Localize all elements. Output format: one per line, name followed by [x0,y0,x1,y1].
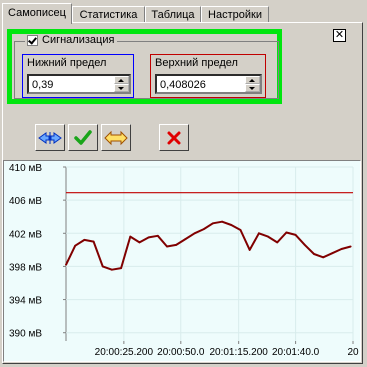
series-point [285,231,288,234]
series-point [111,268,113,271]
series-point [65,263,67,266]
series-point [248,248,251,251]
series-point [276,241,279,244]
upper-limit-value[interactable]: 0,408026 [160,78,206,92]
series-point [138,241,141,244]
x-tick-label: 20:00:50.0 [157,347,205,358]
tab-label: Статистика [79,9,138,21]
lower-limit-down-button[interactable] [114,84,129,92]
lower-limit-spinner[interactable]: 0,39 [27,74,131,94]
tab-label: Таблица [151,9,195,21]
series-point [83,239,86,241]
series-point [221,220,224,223]
y-tick-label: 394 мВ [9,296,42,307]
tab-table[interactable]: Таблица [145,6,201,23]
series-point [294,234,297,236]
close-icon[interactable]: ✕ [333,29,346,42]
lower-limit-box: Нижний предел 0,39 [22,54,134,98]
upper-limit-label: Верхний предел [155,57,238,69]
tab-settings[interactable]: Настройки [201,6,269,23]
series-point [303,243,306,246]
series-point [129,235,132,238]
delete-icon [167,131,181,144]
compress-icon [38,131,62,144]
chart-area[interactable]: 410 мВ 406 мВ 402 мВ 398 мВ 394 мВ 390 мВ 20:0… [3,160,361,362]
delete-button[interactable] [159,124,189,151]
upper-limit-down-button[interactable] [245,84,260,92]
y-tick-label: 398 мВ [9,262,42,273]
x-tick-label: 20 [347,347,359,358]
alarm-toggle[interactable]: Сигнализация [25,34,118,46]
chart-plot: 410 мВ 406 мВ 402 мВ 398 мВ 394 мВ 390 мВ 20:0… [9,163,359,358]
lower-limit-up-button[interactable] [114,76,129,84]
apply-button[interactable] [68,124,98,151]
x-tick-label: 20:01:40.0 [272,347,320,358]
series-point [322,256,325,259]
series-point [202,228,205,231]
y-tick-label: 402 мВ [9,229,42,240]
series-point [120,267,123,269]
y-tick-label: 390 мВ [9,329,42,340]
compress-button[interactable] [35,124,65,151]
tab-statistics[interactable]: Статистика [72,6,145,23]
series-point [212,222,214,225]
series-point [193,232,196,235]
y-tick-label: 410 мВ [9,163,42,174]
expand-button[interactable] [101,124,131,151]
tab-recorder[interactable]: Самописец [2,3,72,24]
series-point [166,245,168,248]
checkmark-icon [74,129,92,145]
x-tick-label: 20:01:15.200 [209,347,268,358]
series-point [74,244,77,247]
series-point [340,248,343,250]
series-point [184,238,187,240]
series-point [331,252,334,255]
series-point [313,253,315,255]
tab-label: Самописец [8,7,66,19]
lower-limit-label: Нижний предел [27,57,107,69]
expand-icon [104,130,128,145]
lower-limit-value[interactable]: 0,39 [32,78,53,92]
series-point [257,232,260,235]
alarm-checkbox[interactable] [27,34,38,46]
series-point [175,243,178,246]
series-point [239,229,242,231]
upper-limit-box: Верхний предел 0,408026 [150,54,266,98]
series-point [101,265,104,268]
upper-limit-up-button[interactable] [245,76,260,84]
alarm-label: Сигнализация [42,34,115,46]
series-point [147,236,150,239]
tab-label: Настройки [208,9,262,21]
upper-limit-spinner[interactable]: 0,408026 [155,74,262,94]
series-point [156,234,159,237]
series-point [92,240,95,243]
series-point [349,245,352,248]
y-tick-label: 406 мВ [9,196,42,207]
x-tick-label: 20:00:25.200 [95,347,154,358]
series-point [230,224,233,226]
series-point [267,235,269,238]
